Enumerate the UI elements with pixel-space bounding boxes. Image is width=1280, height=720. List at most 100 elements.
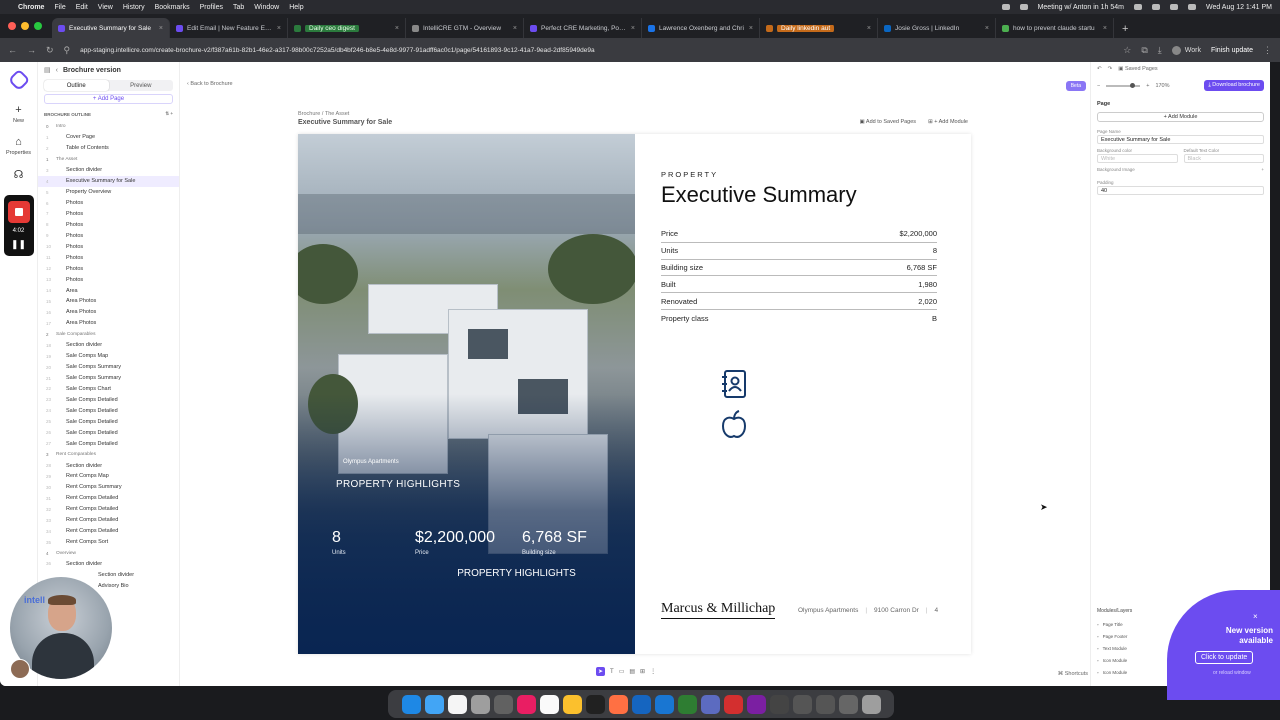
- status-icon[interactable]: [1019, 4, 1028, 10]
- text-color-select[interactable]: Black: [1183, 154, 1264, 163]
- outline-page-item[interactable]: 6 Photos: [38, 198, 179, 209]
- zoom-level[interactable]: 170%: [1155, 83, 1169, 89]
- app-icon[interactable]: [493, 694, 513, 714]
- window-thumbnail[interactable]: [815, 694, 835, 714]
- finder-icon[interactable]: [401, 694, 421, 714]
- more-menu-icon[interactable]: ⋮: [1263, 45, 1272, 56]
- status-icon[interactable]: [1133, 4, 1142, 10]
- browser-tab[interactable]: Josie Gross | LinkedIn ×: [878, 18, 996, 38]
- zoom-handle[interactable]: [1130, 82, 1136, 88]
- tab-outline[interactable]: Outline: [44, 80, 109, 91]
- browser-tab[interactable]: Edit Email | New Feature Ema ×: [170, 18, 288, 38]
- calendar-icon[interactable]: [447, 694, 467, 714]
- select-tool-icon[interactable]: ➤: [596, 667, 606, 676]
- close-tab-icon[interactable]: ×: [985, 25, 989, 32]
- rail-support[interactable]: ☊: [14, 168, 24, 181]
- outline-section[interactable]: 2 Sale Comparables: [38, 329, 179, 340]
- forward-arrow-icon[interactable]: →: [27, 45, 36, 55]
- outline-page-item[interactable]: 31 Rent Comps Detailed: [38, 493, 179, 504]
- browser-tab[interactable]: Executive Summary for Sale ×: [52, 18, 170, 38]
- outline-page-item[interactable]: 3 Section divider: [38, 165, 179, 176]
- add-to-saved-pages-button[interactable]: ▣ Add to Saved Pages: [859, 119, 916, 125]
- panel-add-module-button[interactable]: + Add Module: [1097, 112, 1264, 122]
- outline-page-item[interactable]: 8 Photos: [38, 219, 179, 230]
- outline-actions-icon[interactable]: ⇅ +: [165, 111, 173, 117]
- trash-icon[interactable]: [861, 694, 881, 714]
- outline-page-item[interactable]: 36 Section divider: [38, 559, 179, 570]
- settings-icon[interactable]: [470, 694, 490, 714]
- figma-icon[interactable]: [700, 694, 720, 714]
- breadcrumb-section[interactable]: The Asset: [325, 111, 349, 117]
- outline-page-item[interactable]: 17 Area Photos: [38, 318, 179, 329]
- zoom-out-icon[interactable]: −: [1097, 83, 1100, 89]
- acrobat-icon[interactable]: [723, 694, 743, 714]
- outline-page-item[interactable]: 1 Cover Page: [38, 132, 179, 143]
- outline-section[interactable]: 4 Overview: [38, 548, 179, 559]
- browser-tab[interactable]: IntelliCRE GTM - Overview ×: [406, 18, 524, 38]
- outline-section[interactable]: 3 Rent Comparables: [38, 449, 179, 460]
- outline-page-item[interactable]: 16 Area Photos: [38, 307, 179, 318]
- outline-page-item[interactable]: 21 Sale Comps Summary: [38, 373, 179, 384]
- pause-icon[interactable]: ❚❚: [11, 239, 26, 250]
- outline-page-item[interactable]: 32 Rent Comps Detailed: [38, 504, 179, 515]
- apple-icon[interactable]: [720, 410, 748, 440]
- intellicre-logo[interactable]: [7, 68, 30, 92]
- user-avatar[interactable]: [10, 659, 30, 679]
- menu-help[interactable]: Help: [289, 4, 303, 11]
- padding-input[interactable]: 40: [1097, 186, 1264, 195]
- wifi-icon[interactable]: [1169, 4, 1178, 10]
- window-thumbnail[interactable]: [838, 694, 858, 714]
- close-tab-icon[interactable]: ×: [277, 25, 281, 32]
- outline-page-item[interactable]: 34 Rent Comps Detailed: [38, 526, 179, 537]
- reload-window-link[interactable]: or reload window: [1213, 670, 1251, 676]
- close-tab-icon[interactable]: ×: [867, 25, 871, 32]
- zoom-app-icon[interactable]: [631, 694, 651, 714]
- outline-page-item[interactable]: 14 Area: [38, 285, 179, 296]
- more-tools-icon[interactable]: ⋮: [650, 668, 656, 675]
- window-thumbnail[interactable]: [792, 694, 812, 714]
- outline-page-item[interactable]: 20 Sale Comps Summary: [38, 362, 179, 373]
- menu-window[interactable]: Window: [254, 4, 279, 11]
- tab-preview[interactable]: Preview: [109, 80, 174, 91]
- shortcuts-button[interactable]: ⌘ Shortcuts: [1058, 671, 1088, 677]
- property-photo[interactable]: Olympus Apartments PROPERTY HIGHLIGHTS 8…: [298, 134, 635, 654]
- menu-file[interactable]: File: [54, 4, 65, 11]
- chatgpt-icon[interactable]: [585, 694, 605, 714]
- menu-history[interactable]: History: [123, 4, 145, 11]
- executive-summary[interactable]: PROPERTY Executive Summary Price $2,200,0…: [661, 170, 937, 327]
- app-icon[interactable]: [746, 694, 766, 714]
- minimize-window-button[interactable]: [21, 22, 29, 30]
- bg-color-select[interactable]: White: [1097, 154, 1178, 163]
- menu-tab[interactable]: Tab: [233, 4, 244, 11]
- undo-icon[interactable]: ↶: [1097, 66, 1102, 72]
- menu-bookmarks[interactable]: Bookmarks: [155, 4, 190, 11]
- outline-page-item[interactable]: 7 Photos: [38, 209, 179, 220]
- saved-pages-button[interactable]: ▣ Saved Pages: [1118, 66, 1157, 72]
- search-icon[interactable]: [1187, 4, 1196, 10]
- excel-icon[interactable]: [677, 694, 697, 714]
- add-page-button[interactable]: + Add Page: [44, 94, 173, 104]
- menu-edit[interactable]: Edit: [76, 4, 88, 11]
- download-brochure-button[interactable]: ⤓ Download brochure: [1204, 80, 1264, 91]
- text-tool-icon[interactable]: T: [610, 669, 614, 675]
- reload-icon[interactable]: ↻: [46, 45, 54, 56]
- brochure-page[interactable]: Olympus Apartments PROPERTY HIGHLIGHTS 8…: [298, 134, 1048, 654]
- profile-button[interactable]: Work: [1171, 45, 1201, 55]
- outline-page-item[interactable]: 18 Section divider: [38, 340, 179, 351]
- close-tab-icon[interactable]: ×: [159, 25, 163, 32]
- extensions-icon[interactable]: ⧉: [1141, 45, 1147, 56]
- zoom-in-icon[interactable]: +: [1146, 83, 1149, 89]
- contact-book-icon[interactable]: [721, 370, 747, 398]
- outline-page-item[interactable]: 24 Sale Comps Detailed: [38, 405, 179, 416]
- menu-app-name[interactable]: Chrome: [18, 4, 44, 11]
- window-thumbnail[interactable]: [769, 694, 789, 714]
- outline-page-item[interactable]: 12 Photos: [38, 263, 179, 274]
- menu-profiles[interactable]: Profiles: [200, 4, 223, 11]
- outline-page-item[interactable]: 2 Table of Contents: [38, 143, 179, 154]
- zoom-slider[interactable]: [1106, 82, 1141, 88]
- download-icon[interactable]: ⤓: [1158, 45, 1162, 56]
- collapse-sidebar-icon[interactable]: ▤: [44, 66, 51, 74]
- browser-tab[interactable]: Daily ceo digest ×: [288, 18, 406, 38]
- chevron-left-icon[interactable]: ‹: [56, 67, 58, 74]
- back-to-brochure-link[interactable]: ‹ Back to Brochure: [187, 81, 233, 87]
